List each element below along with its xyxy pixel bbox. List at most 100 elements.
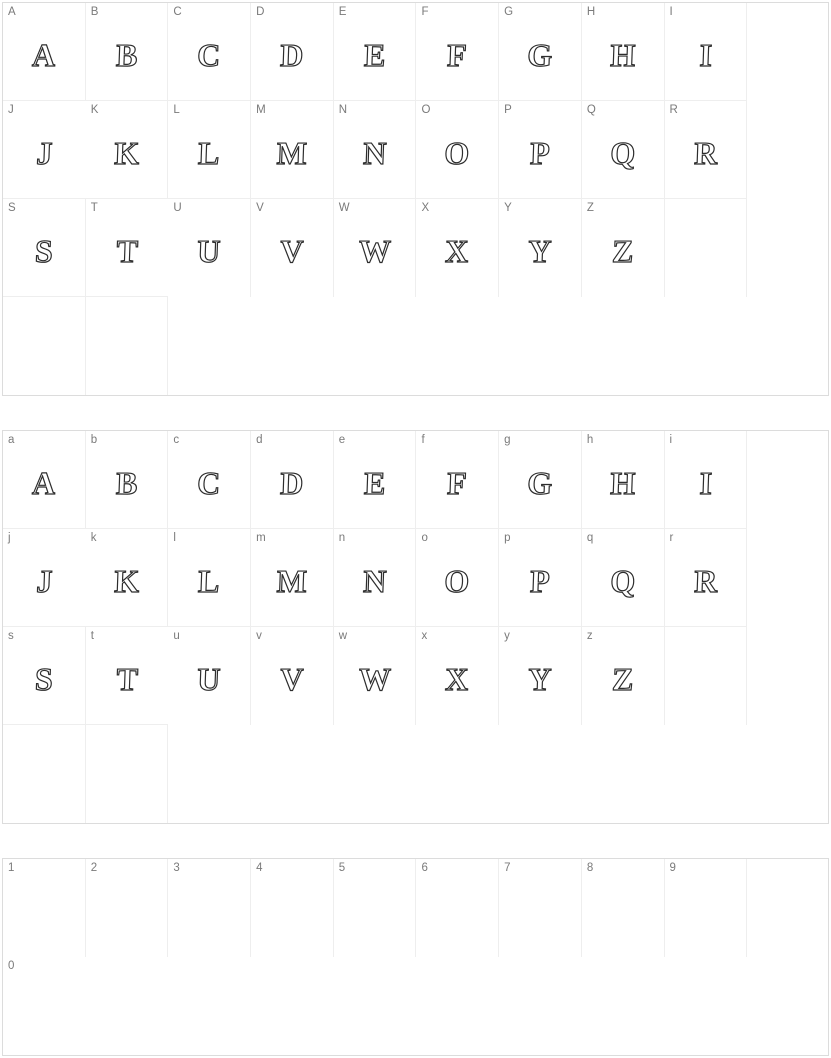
charmap-cell: 0 <box>3 957 86 1055</box>
cell-label: T <box>91 202 98 214</box>
cell-glyph: J <box>2 563 86 600</box>
cell-glyph: S <box>2 233 85 270</box>
charmap-cell: WW <box>334 199 417 297</box>
cell-label: K <box>91 104 99 116</box>
cell-glyph: R <box>664 563 747 600</box>
cell-label: N <box>339 104 347 116</box>
cell-glyph: H <box>581 465 664 502</box>
charmap-cell: UU <box>168 199 251 297</box>
charmap-cell: SS <box>3 199 86 297</box>
cell-glyph: G <box>498 465 581 502</box>
charmap-cell: GG <box>499 3 582 101</box>
charmap-cell: 6 <box>416 859 499 957</box>
cell-label: 9 <box>670 862 676 874</box>
cell-label: b <box>91 434 97 446</box>
cell-glyph: T <box>85 661 169 698</box>
cell-label: w <box>339 630 347 642</box>
charmap-cell: gG <box>499 431 582 529</box>
cell-label: X <box>421 202 429 214</box>
cell-glyph: I <box>664 37 747 74</box>
cell-label: y <box>504 630 510 642</box>
cell-label: F <box>421 6 428 18</box>
cell-glyph: M <box>250 135 333 172</box>
charmap-cell <box>665 627 748 725</box>
cell-label: j <box>8 532 11 544</box>
charmap-cell: wW <box>334 627 417 725</box>
cell-label: 7 <box>504 862 510 874</box>
cell-label: R <box>670 104 678 116</box>
cell-glyph: E <box>333 465 416 502</box>
charmap-cell <box>86 297 169 395</box>
cell-label: u <box>173 630 179 642</box>
cell-label: O <box>421 104 430 116</box>
charmap-cell: TT <box>86 199 169 297</box>
charmap-section-uppercase: AABBCCDDEEFFGGHHIIJJKKLLMMNNOOPPQQRRSSTT… <box>2 2 829 396</box>
cell-glyph: Z <box>581 661 664 698</box>
cell-glyph: I <box>664 465 747 502</box>
charmap-cell: 7 <box>499 859 582 957</box>
cell-label: x <box>421 630 427 642</box>
cell-glyph: O <box>416 135 499 172</box>
cell-label: z <box>587 630 593 642</box>
charmap-cell: pP <box>499 529 582 627</box>
cell-glyph: L <box>168 135 251 172</box>
charmap-cell: dD <box>251 431 334 529</box>
cell-glyph: A <box>2 37 85 74</box>
charmap-section-lowercase: aAbBcCdDeEfFgGhHiIjJkKlLmMnNoOpPqQrRsStT… <box>2 430 829 824</box>
cell-glyph: T <box>85 233 169 270</box>
cell-label: 5 <box>339 862 345 874</box>
charmap-cell: NN <box>334 101 417 199</box>
cell-glyph: J <box>2 135 86 172</box>
charmap-cell <box>86 725 169 823</box>
charmap-cell: bB <box>86 431 169 529</box>
charmap-cell: BB <box>86 3 169 101</box>
cell-label: V <box>256 202 264 214</box>
charmap-section-digits: 1234567890 <box>2 858 829 1056</box>
charmap-cell: 1 <box>3 859 86 957</box>
cell-label: o <box>421 532 427 544</box>
cell-glyph: S <box>2 661 85 698</box>
charmap-cell: uU <box>168 627 251 725</box>
charmap-cell: qQ <box>582 529 665 627</box>
cell-label: r <box>670 532 674 544</box>
cell-glyph: D <box>250 465 333 502</box>
charmap-cell: ZZ <box>582 199 665 297</box>
charmap-cell: VV <box>251 199 334 297</box>
cell-glyph: R <box>664 135 747 172</box>
charmap-cell: jJ <box>3 529 86 627</box>
charmap-cell: tT <box>86 627 169 725</box>
charmap-cell: LL <box>168 101 251 199</box>
charmap-cell: QQ <box>582 101 665 199</box>
charmap-cell: yY <box>499 627 582 725</box>
character-map-root: AABBCCDDEEFFGGHHIIJJKKLLMMNNOOPPQQRRSSTT… <box>2 2 829 1056</box>
cell-label: n <box>339 532 345 544</box>
charmap-cell: kK <box>86 529 169 627</box>
charmap-cell: CC <box>168 3 251 101</box>
charmap-cell <box>168 725 251 823</box>
cell-glyph: W <box>333 661 416 698</box>
charmap-cell: MM <box>251 101 334 199</box>
cell-glyph: N <box>333 135 416 172</box>
charmap-cell: 4 <box>251 859 334 957</box>
cell-label: Y <box>504 202 512 214</box>
cell-label: I <box>670 6 673 18</box>
charmap-cell: OO <box>416 101 499 199</box>
charmap-cell: XX <box>416 199 499 297</box>
cell-label: a <box>8 434 14 446</box>
cell-glyph: Y <box>498 233 581 270</box>
cell-glyph: U <box>168 661 251 698</box>
cell-label: m <box>256 532 266 544</box>
charmap-cell: FF <box>416 3 499 101</box>
charmap-cell: JJ <box>3 101 86 199</box>
charmap-cell: KK <box>86 101 169 199</box>
cell-glyph: K <box>85 563 168 600</box>
cell-glyph: E <box>333 37 416 74</box>
cell-label: 0 <box>8 960 14 972</box>
cell-label: g <box>504 434 510 446</box>
cell-glyph: L <box>168 563 251 600</box>
charmap-cell: aA <box>3 431 86 529</box>
charmap-cell: II <box>665 3 748 101</box>
charmap-cell: hH <box>582 431 665 529</box>
charmap-cell: iI <box>665 431 748 529</box>
cell-label: h <box>587 434 593 446</box>
